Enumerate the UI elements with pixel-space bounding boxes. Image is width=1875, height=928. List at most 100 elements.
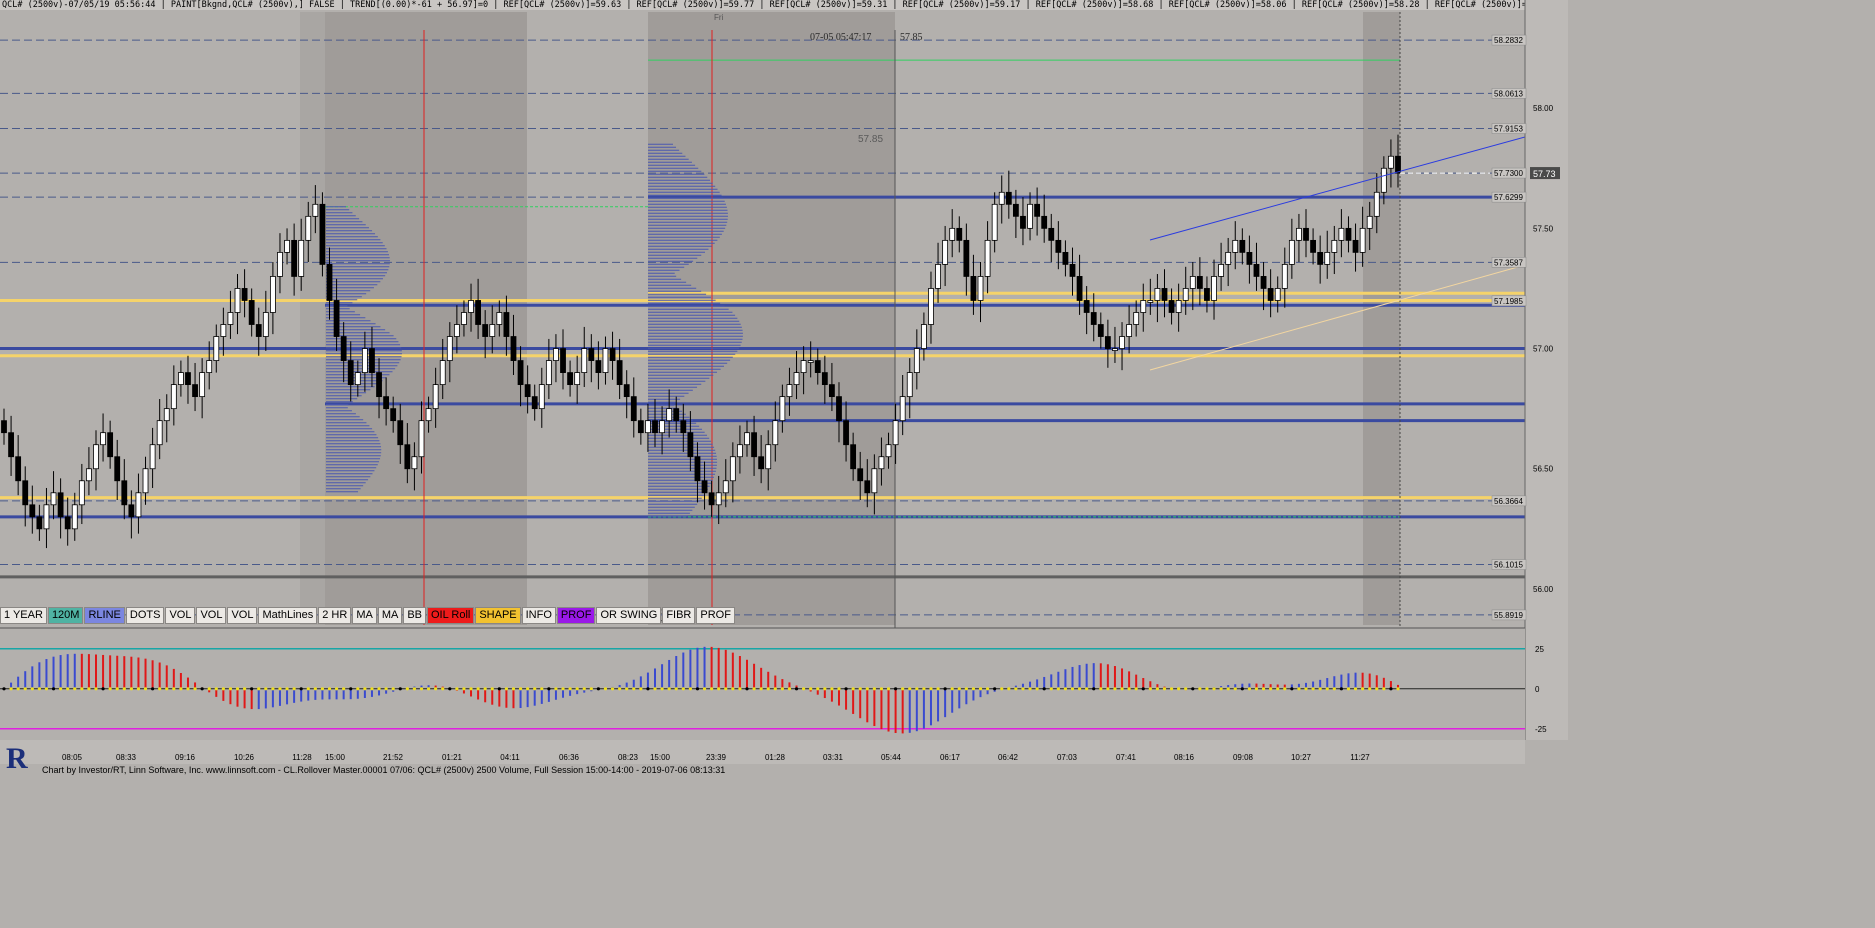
bottom-toolbar-button-14[interactable]: INFO	[521, 607, 556, 624]
candle-body	[135, 492, 142, 518]
squeeze-dot	[419, 687, 424, 691]
squeeze-dot	[1382, 687, 1386, 691]
squeeze-dot	[30, 687, 34, 691]
bottom-toolbar-button-13[interactable]: SHAPE	[475, 607, 521, 624]
x-tick-label: 06:17	[940, 753, 961, 762]
squeeze-dot	[731, 687, 735, 691]
candle-body	[220, 324, 227, 337]
candle-body	[616, 360, 623, 386]
squeeze-dot	[363, 687, 367, 691]
bottom-toolbar-button-15[interactable]: PROF	[556, 607, 596, 624]
squeeze-dot	[603, 687, 608, 691]
bottom-toolbar-button-12[interactable]: OIL Roll	[427, 607, 475, 624]
bottom-toolbar-button-8[interactable]: 2 HR	[318, 607, 352, 624]
squeeze-dot	[1177, 687, 1181, 691]
candle-body	[1055, 239, 1062, 253]
squeeze-dot	[108, 687, 112, 691]
candle-body	[291, 239, 298, 277]
squeeze-dot	[964, 687, 968, 691]
candle-body	[1034, 203, 1041, 217]
bottom-toolbar-button-11[interactable]: BB	[403, 607, 426, 624]
squeeze-dot	[526, 687, 530, 691]
bottom-toolbar-button-4[interactable]: VOL	[165, 607, 196, 624]
squeeze-dot	[497, 687, 501, 691]
candle-body	[22, 480, 29, 506]
bottom-toolbar-button-5[interactable]: VOL	[196, 607, 227, 624]
squeeze-dot	[412, 687, 417, 691]
price-label: 58.2832	[1494, 36, 1523, 45]
squeeze-dot	[1021, 687, 1025, 691]
squeeze-dot	[589, 687, 593, 691]
candle-body	[906, 372, 913, 398]
candle-body	[920, 324, 927, 349]
osc-tick-label: 25	[1535, 645, 1544, 654]
bottom-toolbar-button-10[interactable]: MA	[377, 607, 403, 624]
bottom-toolbar: 1 YEAR 120M RLINE DOTS VOL VOL VOL MathLines 2 H…	[0, 607, 736, 624]
candle-body	[984, 239, 991, 277]
session-band	[1363, 12, 1400, 625]
squeeze-dot	[66, 687, 70, 691]
bottom-toolbar-button-16[interactable]: OR SWING	[596, 607, 662, 624]
candle-body	[949, 227, 956, 241]
bottom-toolbar-button-6[interactable]: VOL	[227, 607, 258, 624]
bottom-toolbar-button-0[interactable]: 1 YEAR	[0, 607, 47, 624]
candle-body	[64, 516, 71, 530]
candle-body	[574, 372, 581, 386]
squeeze-dot	[150, 687, 155, 691]
bottom-toolbar-button-18[interactable]: PROF	[696, 607, 735, 624]
x-tick-label: 09:16	[175, 753, 196, 762]
candle-body	[496, 312, 503, 325]
x-tick-label: 15:00	[650, 753, 671, 762]
squeeze-dot	[327, 687, 332, 691]
bottom-toolbar-button-17[interactable]: FIBR	[662, 607, 696, 624]
candle-body	[1267, 288, 1274, 301]
candle-body	[397, 420, 404, 446]
candle-body	[1373, 191, 1380, 217]
bottom-toolbar-button-9[interactable]: MA	[352, 607, 377, 624]
squeeze-dot	[271, 687, 275, 691]
candle-body	[666, 408, 673, 422]
candle-body	[1147, 300, 1154, 303]
squeeze-dot	[1353, 687, 1358, 691]
candle-body	[970, 276, 977, 301]
candle-body	[128, 504, 135, 518]
candle-body	[553, 348, 559, 361]
candle-body	[701, 480, 708, 494]
squeeze-dot	[830, 687, 834, 691]
squeeze-dot	[851, 687, 855, 691]
squeeze-dot	[228, 687, 233, 691]
y-tick-label: 56.00	[1533, 585, 1554, 594]
candle-body	[942, 239, 949, 265]
x-tick-label: 23:39	[706, 753, 727, 762]
squeeze-dot	[971, 687, 976, 691]
squeeze-dot	[993, 687, 997, 691]
squeeze-dot	[426, 687, 431, 691]
candle-body	[595, 360, 602, 373]
price-label: 56.1015	[1494, 561, 1523, 570]
x-tick-label: 03:31	[823, 753, 844, 762]
candle-body	[255, 324, 262, 337]
bottom-toolbar-button-2[interactable]: RLINE	[84, 607, 125, 624]
candle-body	[121, 480, 128, 506]
squeeze-dot	[462, 687, 466, 691]
squeeze-dot	[398, 687, 402, 691]
candle-body	[326, 264, 333, 301]
squeeze-dot	[759, 687, 763, 691]
bottom-toolbar-button-3[interactable]: DOTS	[125, 607, 165, 624]
candle-body	[1, 420, 7, 434]
squeeze-dot	[1092, 687, 1096, 691]
bottom-toolbar-button-7[interactable]: MathLines	[258, 607, 318, 624]
squeeze-dot	[1184, 687, 1188, 691]
bottom-toolbar-button-1[interactable]: 120M	[47, 607, 84, 624]
squeeze-dot	[94, 687, 98, 691]
x-tick-label: 04:11	[500, 753, 520, 762]
squeeze-dot	[1028, 687, 1032, 691]
squeeze-dot	[809, 687, 813, 691]
squeeze-dot	[342, 687, 346, 691]
candle-body	[1225, 251, 1232, 265]
squeeze-dot	[844, 687, 848, 691]
candle-body	[807, 360, 814, 363]
squeeze-dot	[143, 687, 148, 691]
squeeze-dot	[320, 687, 325, 691]
price-chart[interactable]: 58.00 57.50 57.00 56.50 56.00 58.2832 58.0613 5…	[0, 0, 1568, 776]
